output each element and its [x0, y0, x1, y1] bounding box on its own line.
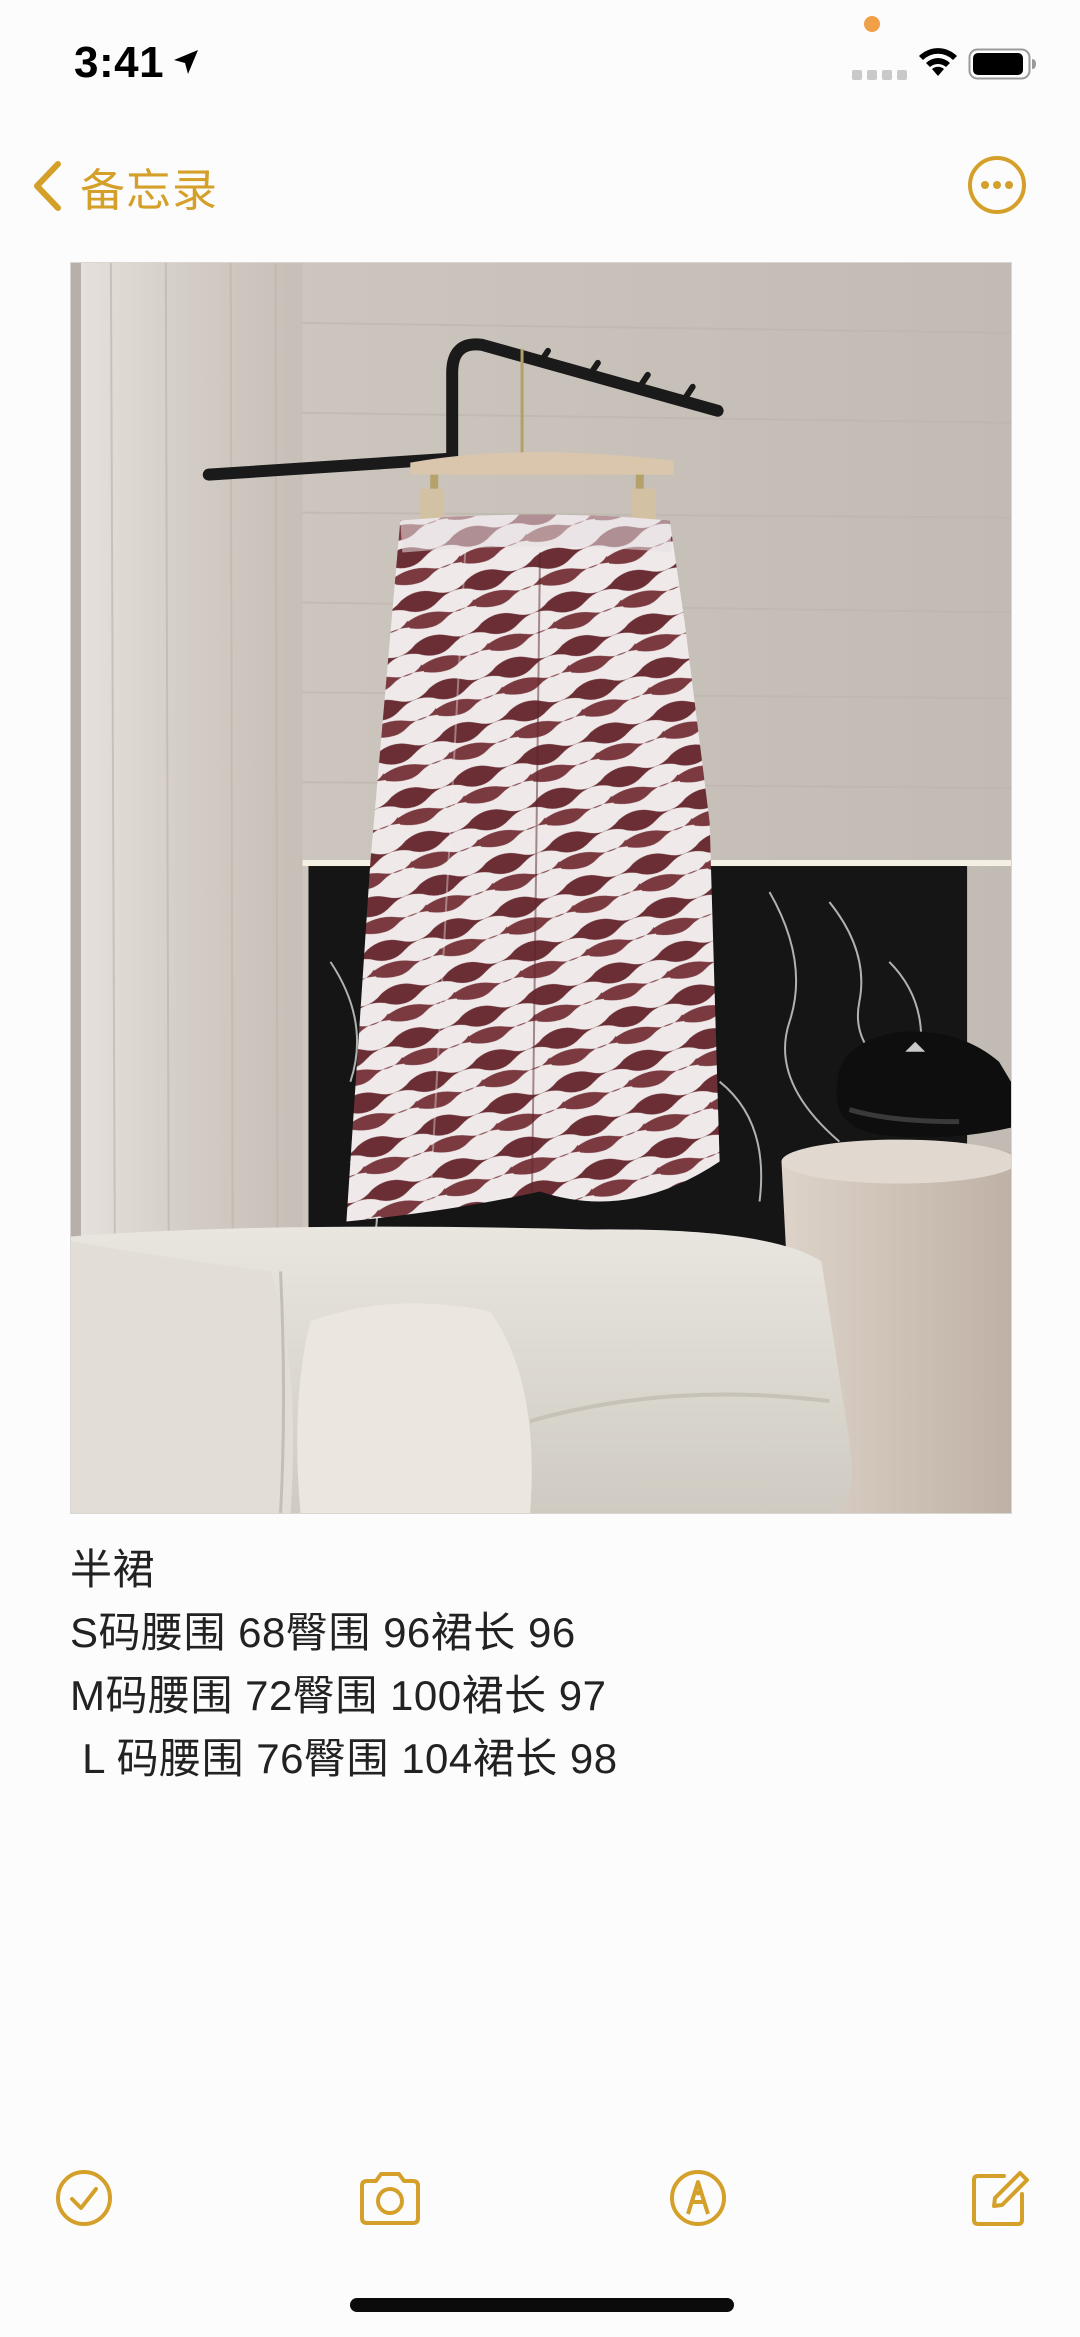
note-size-line-s: S码腰围 68臀围 96裙长 96 [70, 1609, 576, 1656]
checklist-button[interactable] [48, 2162, 120, 2234]
privacy-indicator-dot [864, 16, 880, 32]
camera-icon [360, 2172, 420, 2225]
cellular-signal-icon [852, 70, 907, 80]
markup-button[interactable] [662, 2162, 734, 2234]
status-time: 3:41 [74, 38, 165, 87]
navigation-bar: 备忘录 [0, 140, 1080, 230]
more-options-icon[interactable] [966, 154, 1028, 216]
compose-button[interactable] [964, 2162, 1036, 2234]
markup-icon [670, 2170, 726, 2226]
status-bar: 3:41 [0, 0, 1080, 130]
back-button-label: 备忘录 [80, 164, 219, 216]
back-button[interactable]: 备忘录 [30, 158, 218, 216]
location-arrow-icon [174, 50, 198, 74]
note-attachment-photo[interactable] [70, 262, 1012, 1514]
note-size-line-m: M码腰围 72臀围 100裙长 97 [70, 1672, 607, 1719]
battery-icon [968, 48, 1036, 80]
chevron-left-icon [34, 161, 61, 211]
camera-button[interactable] [354, 2162, 426, 2234]
wifi-icon [919, 48, 957, 76]
note-body-text[interactable]: 半裙 S码腰围 68臀围 96裙长 96 M码腰围 72臀围 100裙长 97 … [70, 1538, 1010, 1790]
skirt-photo-image [71, 263, 1011, 1513]
note-title-line: 半裙 [70, 1546, 156, 1593]
checklist-icon [56, 2170, 112, 2226]
home-indicator[interactable] [350, 2298, 734, 2312]
bottom-toolbar [0, 2150, 1080, 2240]
compose-icon [972, 2171, 1029, 2226]
note-size-line-l: L 码腰围 76臀围 104裙长 98 [70, 1735, 618, 1782]
